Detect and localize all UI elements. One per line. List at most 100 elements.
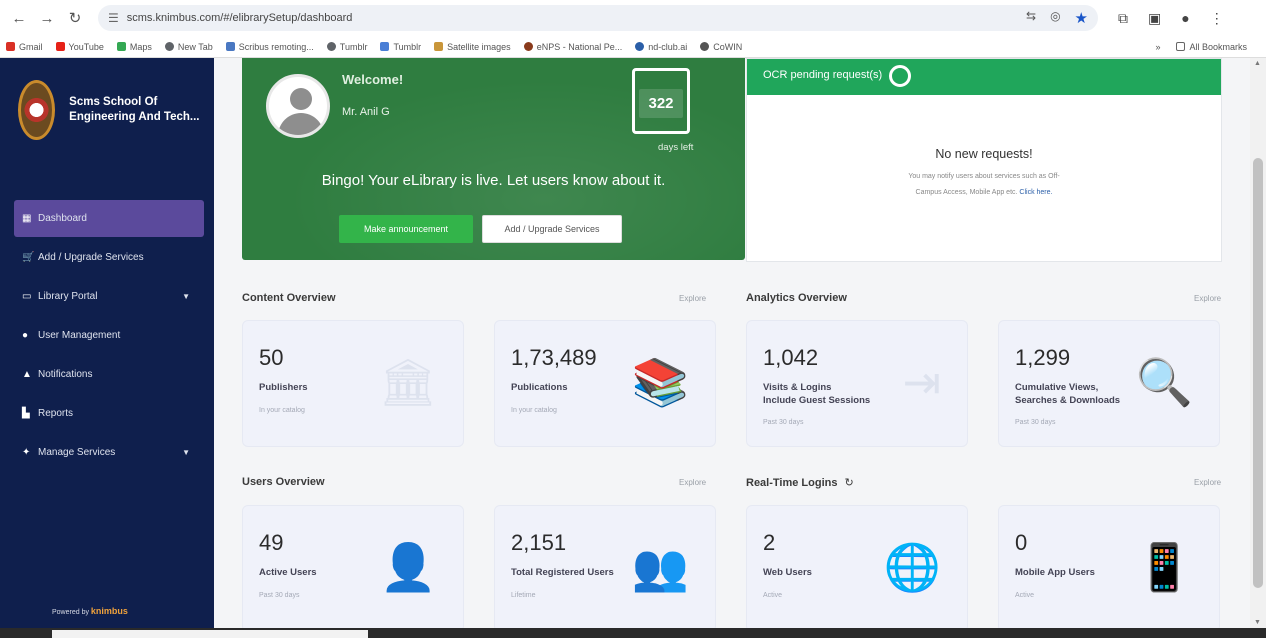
registered-users-card[interactable]: 2,151 Total Registered Users Lifetime 👥 [494, 505, 716, 628]
cumulative-views-card[interactable]: 1,299 Cumulative Views, Searches & Downl… [998, 320, 1220, 447]
views-label: Cumulative Views, Searches & Downloads [1015, 382, 1121, 406]
analytics-overview-explore-link[interactable]: Explore [1194, 294, 1221, 303]
caret-down-icon: ▼ [182, 448, 190, 457]
sidebar-item-manage-services[interactable]: ✦ Manage Services ▼ [18, 434, 204, 471]
wrench-icon: ✦ [22, 447, 31, 458]
site-settings-icon[interactable]: ☰ [108, 11, 119, 25]
extensions-icon[interactable]: ⧉ [1118, 10, 1128, 27]
menu-kebab-icon[interactable]: ⋮ [1210, 10, 1224, 27]
visits-sub: Past 30 days [763, 419, 804, 426]
sidebar-item-library-portal[interactable]: ▭ Library Portal ▼ [18, 278, 204, 315]
scroll-up-icon[interactable]: ▲ [1254, 60, 1261, 67]
folder-icon [1176, 42, 1186, 51]
refresh-icon[interactable]: ↻ [845, 477, 854, 489]
chart-icon: ▙ [22, 408, 30, 419]
publishers-label: Publishers [259, 382, 308, 393]
page-scrollbar[interactable]: ▲ ▼ [1250, 58, 1266, 628]
requests-count-badge [889, 65, 911, 87]
youtube-icon [55, 42, 65, 51]
maps-icon [116, 42, 126, 51]
registered-users-count: 2,151 [511, 530, 567, 555]
globe-icon [326, 42, 336, 51]
days-left-label: days left [658, 142, 694, 153]
cowin-icon [700, 42, 710, 51]
profile-avatar-icon[interactable]: ● [1181, 10, 1189, 27]
taskbar-search[interactable] [52, 630, 368, 638]
bookmark-ndclub[interactable]: nd-club.ai [635, 42, 687, 52]
publishers-sub: In your catalog [259, 407, 305, 414]
users-overview-explore-link[interactable]: Explore [679, 478, 706, 487]
monitor-icon: ▭ [22, 291, 32, 302]
avatar [266, 74, 330, 138]
mobile-app-users-card[interactable]: 0 Mobile App Users Active 📱 [998, 505, 1220, 628]
back-arrow-icon[interactable]: ← [8, 7, 30, 29]
users-icon: 👥 [631, 541, 689, 593]
all-bookmarks[interactable]: All Bookmarks [1176, 42, 1247, 52]
grid-icon [225, 42, 235, 51]
forward-arrow-icon[interactable]: → [36, 7, 58, 29]
calendar-icon: 322 [632, 68, 690, 134]
scroll-down-icon[interactable]: ▼ [1254, 619, 1261, 626]
user-icon: ● [22, 330, 29, 341]
active-users-card[interactable]: 49 Active Users Past 30 days 👤 [242, 505, 464, 628]
college-logo [18, 80, 56, 140]
bookmark-tumblr-2[interactable]: Tumblr [380, 42, 421, 52]
bookmark-tumblr-1[interactable]: Tumblr [326, 42, 367, 52]
sidebar-item-reports[interactable]: ▙ Reports [18, 395, 204, 432]
bookmark-star-icon[interactable]: ★ [1075, 9, 1088, 27]
search-download-icon: 🔍 [1135, 356, 1193, 408]
url-text[interactable]: scms.knimbus.com/#/elibrarySetup/dashboa… [127, 12, 1026, 24]
bookmark-cowin[interactable]: CoWIN [700, 42, 742, 52]
realtime-logins-title: Real-Time Logins ↻ [746, 477, 854, 489]
bookmark-satellite[interactable]: Satellite images [434, 42, 511, 52]
bookmark-maps[interactable]: Maps [116, 42, 152, 52]
gmail-icon [6, 42, 15, 51]
bookmark-new-tab[interactable]: New Tab [164, 42, 213, 52]
requests-empty-title: No new requests! [935, 147, 1033, 161]
visits-label: Visits & Logins Include Guest Sessions [763, 382, 871, 406]
days-count: 322 [639, 89, 683, 118]
make-announcement-button[interactable]: Make announcement [339, 215, 473, 243]
requests-description: You may notify users about services such… [908, 173, 1060, 196]
tracking-icon[interactable]: ◎ [1050, 9, 1060, 27]
sidebar-item-dashboard[interactable]: ▦ Dashboard [14, 200, 204, 237]
sidebar-item-add-upgrade-services[interactable]: 🛒 Add / Upgrade Services [18, 239, 204, 276]
sidebar-menu: ▦ Dashboard 🛒 Add / Upgrade Services ▭ L… [0, 200, 214, 471]
content-overview-explore-link[interactable]: Explore [679, 294, 706, 303]
main-content: Welcome! Mr. Anil G 322 days left Bingo!… [214, 58, 1250, 628]
visits-logins-card[interactable]: 1,042 Visits & Logins Include Guest Sess… [746, 320, 968, 447]
sidebar-item-user-management[interactable]: ● User Management [18, 317, 204, 354]
publishers-card[interactable]: 50 Publishers In your catalog 🏛 [242, 320, 464, 447]
views-count: 1,299 [1015, 345, 1071, 370]
sidebar: Scms School Of Engineering And Tech... ▦… [0, 58, 214, 628]
college-name: Scms School Of Engineering And Tech... [69, 96, 200, 123]
sidebar-item-notifications[interactable]: ▲ Notifications [18, 356, 204, 393]
welcome-label: Welcome! [342, 72, 404, 87]
globe-icon: 🌐 [883, 541, 941, 593]
active-users-sub: Past 30 days [259, 592, 300, 599]
bookmark-gmail[interactable]: Gmail [6, 42, 43, 52]
sidepanel-icon[interactable]: ▣ [1148, 10, 1161, 27]
active-users-count: 49 [259, 530, 284, 555]
reload-icon[interactable]: ↻ [64, 7, 86, 29]
add-upgrade-services-button[interactable]: Add / Upgrade Services [482, 215, 622, 243]
address-bar[interactable]: ☰ scms.knimbus.com/#/elibrarySetup/dashb… [98, 5, 1098, 31]
web-users-card[interactable]: 2 Web Users Active 🌐 [746, 505, 968, 628]
mobile-users-label: Mobile App Users [1015, 567, 1095, 578]
analytics-overview-title: Analytics Overview [746, 292, 847, 304]
bookmark-enps[interactable]: eNPS - National Pe... [523, 42, 622, 52]
publications-card[interactable]: 1,73,489 Publications In your catalog 📚 [494, 320, 716, 447]
bookmarks-bar: Gmail YouTube Maps New Tab Scribus remot… [0, 36, 1266, 58]
visits-count: 1,042 [763, 345, 819, 370]
realtime-logins-explore-link[interactable]: Explore [1194, 478, 1221, 487]
mobile-users-count: 0 [1015, 530, 1028, 555]
click-here-link[interactable]: Click here. [1019, 189, 1052, 196]
bookmark-youtube[interactable]: YouTube [55, 42, 104, 52]
live-message: Bingo! Your eLibrary is live. Let users … [321, 172, 666, 189]
bookmark-scribus[interactable]: Scribus remoting... [225, 42, 314, 52]
scrollbar-thumb[interactable] [1253, 158, 1263, 588]
translate-icon[interactable]: ⇆ [1026, 9, 1036, 27]
user-icon: 👤 [379, 541, 437, 593]
users-overview-title: Users Overview [242, 476, 325, 488]
more-bookmarks-icon[interactable]: » [1155, 42, 1160, 52]
